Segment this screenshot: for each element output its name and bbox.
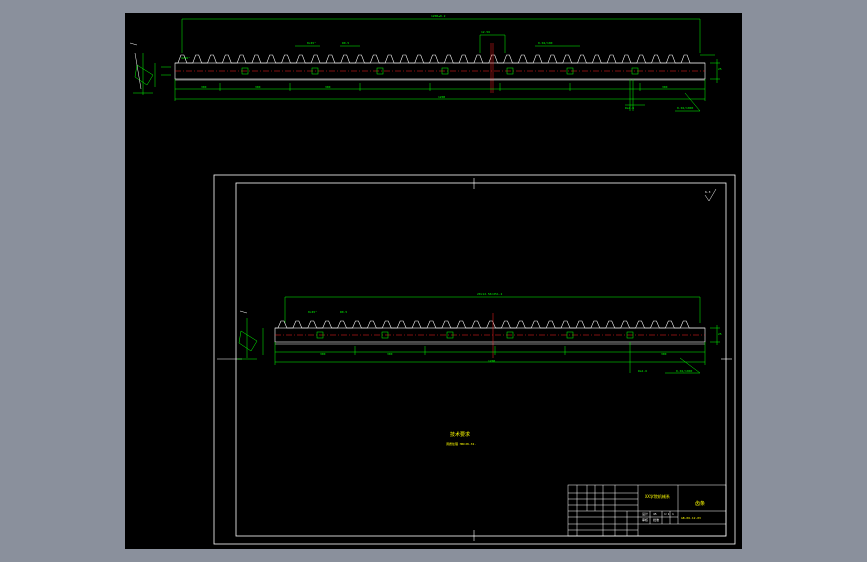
title-block-checker: 审核: [642, 518, 649, 522]
sheet-overall-length-label: 20×12.56=251.2: [477, 292, 503, 296]
cad-model-space[interactable]: 1200±0.2 8×45° R0.5 12.56 0.04/100 4×45°…: [125, 13, 742, 549]
title-block-grid: [567, 484, 727, 537]
title-block-part-name: 齿条: [695, 501, 706, 507]
title-block-approve: 批准: [653, 518, 660, 522]
notes-title: 技术要求: [450, 432, 471, 438]
segment-2-label: 300: [255, 85, 261, 89]
sheet-total-bottom-label: 1200: [488, 359, 496, 363]
title-block-scale: 1:1: [664, 512, 670, 516]
sheet-segment-3-label: 300: [661, 352, 667, 356]
title-block-designer: 设计: [642, 512, 649, 516]
title-block-sheet: 1: [672, 512, 674, 516]
tolerance-mark-label: 0.04/100: [538, 41, 553, 45]
height-mark-label: 25: [718, 67, 722, 71]
upper-rack-view: [129, 18, 720, 112]
sheet-side-mark-label: 25: [718, 332, 722, 336]
roughness-mark-label: Ra1.6: [625, 106, 635, 110]
sheet-roughness-mark-label: Ra1.6: [638, 369, 648, 373]
total-bottom-label: 1200: [438, 95, 446, 99]
section-mark-label: 4×45°: [181, 56, 191, 60]
pitch-mark-label: 12.56: [481, 30, 491, 34]
segment-1-label: 300: [201, 85, 207, 89]
title-block-drawing-no: GB-06-12-03: [681, 516, 701, 520]
segment-4-label: 300: [662, 85, 668, 89]
sheet-flatness-mark-label: 0.02/1000: [676, 369, 693, 373]
segment-3-label: 300: [325, 85, 331, 89]
sheet-segment-2-label: 300: [387, 352, 393, 356]
drawing-svg: [129, 18, 736, 545]
overall-length-label: 1200±0.2: [431, 14, 446, 18]
tooth-mark-left-label: 8×45°: [307, 41, 317, 45]
notes-body: 调质处理 HRC28-32.: [446, 442, 477, 446]
title-block-school: XX学院机械系: [645, 494, 670, 499]
sheet-tooth-mark-left-label: 8×45°: [308, 310, 318, 314]
flatness-mark-label: 0.02/1000: [677, 106, 694, 110]
tooth-mark-mid-label: R0.5: [342, 41, 350, 45]
title-block-material: 45: [653, 512, 657, 516]
sheet-segment-1-label: 300: [320, 352, 326, 356]
roughness-symbol-label: 6.3: [705, 190, 711, 194]
drawing-sheet: [213, 174, 736, 545]
sheet-tooth-mark-mid-label: R0.5: [340, 310, 348, 314]
